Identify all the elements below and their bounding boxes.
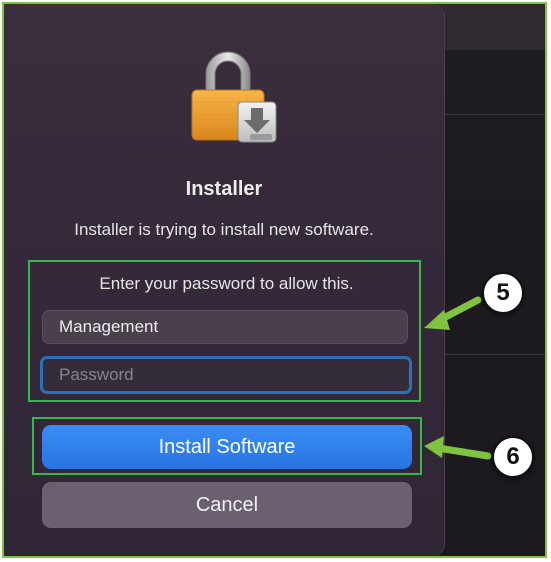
lock-with-installer-icon xyxy=(191,51,277,143)
background-divider xyxy=(440,354,545,355)
credentials-highlight-box: Enter your password to allow this. xyxy=(28,260,421,402)
install-software-button[interactable]: Install Software xyxy=(42,425,412,469)
install-highlight-box: Install Software xyxy=(32,417,422,475)
password-prompt: Enter your password to allow this. xyxy=(99,274,354,293)
step-six-badge: 6 xyxy=(492,436,534,478)
background-titlebar xyxy=(440,4,545,50)
username-field[interactable] xyxy=(42,310,408,344)
dialog-title: Installer xyxy=(185,178,263,200)
step-five-badge: 5 xyxy=(482,272,524,314)
screenshot-frame: Installer Installer is trying to install… xyxy=(2,2,547,558)
password-field[interactable] xyxy=(40,356,412,394)
background-divider xyxy=(440,114,545,115)
cancel-button[interactable]: Cancel xyxy=(42,482,412,528)
dialog-message: Installer is trying to install new softw… xyxy=(74,220,374,239)
installer-auth-dialog: Installer Installer is trying to install… xyxy=(4,4,445,556)
